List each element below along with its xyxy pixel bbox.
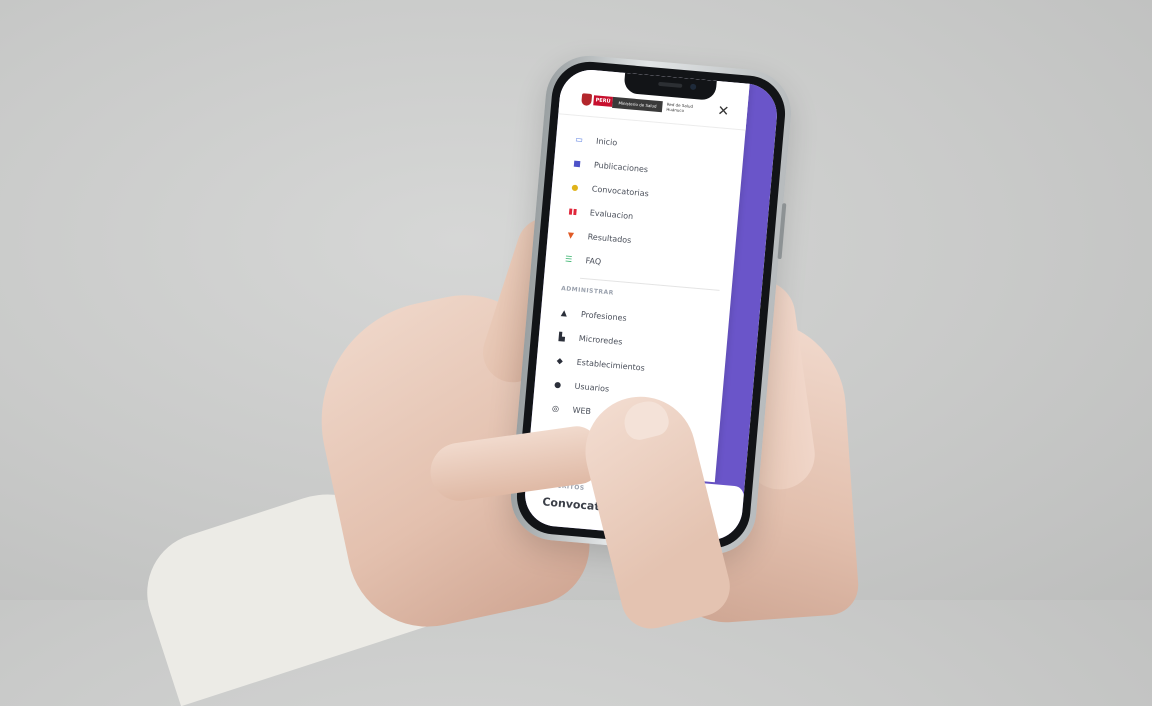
menu-item-label: FAQ [585, 255, 602, 266]
list-icon: ☰ [564, 253, 573, 264]
menu-item-label: Establecimientos [576, 357, 646, 373]
user-circle-icon: ● [553, 379, 562, 389]
speaker [658, 81, 683, 88]
menu-item-label: Profesiones [580, 309, 628, 323]
buildings-icon: ▙ [558, 331, 566, 342]
menu-item-label: Microredes [578, 333, 623, 347]
menu-item-label: Usuarios [574, 381, 610, 394]
camera [689, 83, 697, 91]
menu-item-label: Inicio [595, 136, 618, 147]
menu-item-label: Evaluacion [589, 207, 634, 221]
shield-icon [581, 93, 593, 107]
trophy-icon: ▼ [567, 229, 575, 240]
logo-ministry: Ministerio de Salud [612, 96, 664, 112]
logo-network: Red de Salud Huánuco [666, 101, 694, 114]
location-pin-icon: ◆ [556, 355, 564, 366]
main-menu: ▭ Inicio ■ Publicaciones ● Convocatorias… [548, 127, 737, 434]
menu-item-label: Resultados [587, 231, 632, 245]
graduation-cap-icon: ▲ [560, 307, 568, 318]
person-icon: ● [571, 182, 579, 192]
close-icon[interactable]: ✕ [717, 103, 730, 120]
evaluation-icon: ▮▮ [568, 205, 578, 216]
menu-item-label: Convocatorias [591, 183, 650, 198]
monitor-icon: ▭ [575, 134, 584, 144]
menu-item-label: Publicaciones [593, 160, 649, 174]
menu-item-label: WEB [572, 405, 592, 416]
web-icon: ◎ [551, 403, 560, 413]
logo-country: PERÚ [593, 95, 613, 107]
documents-icon: ■ [572, 158, 582, 168]
phone-side-button [777, 203, 787, 260]
